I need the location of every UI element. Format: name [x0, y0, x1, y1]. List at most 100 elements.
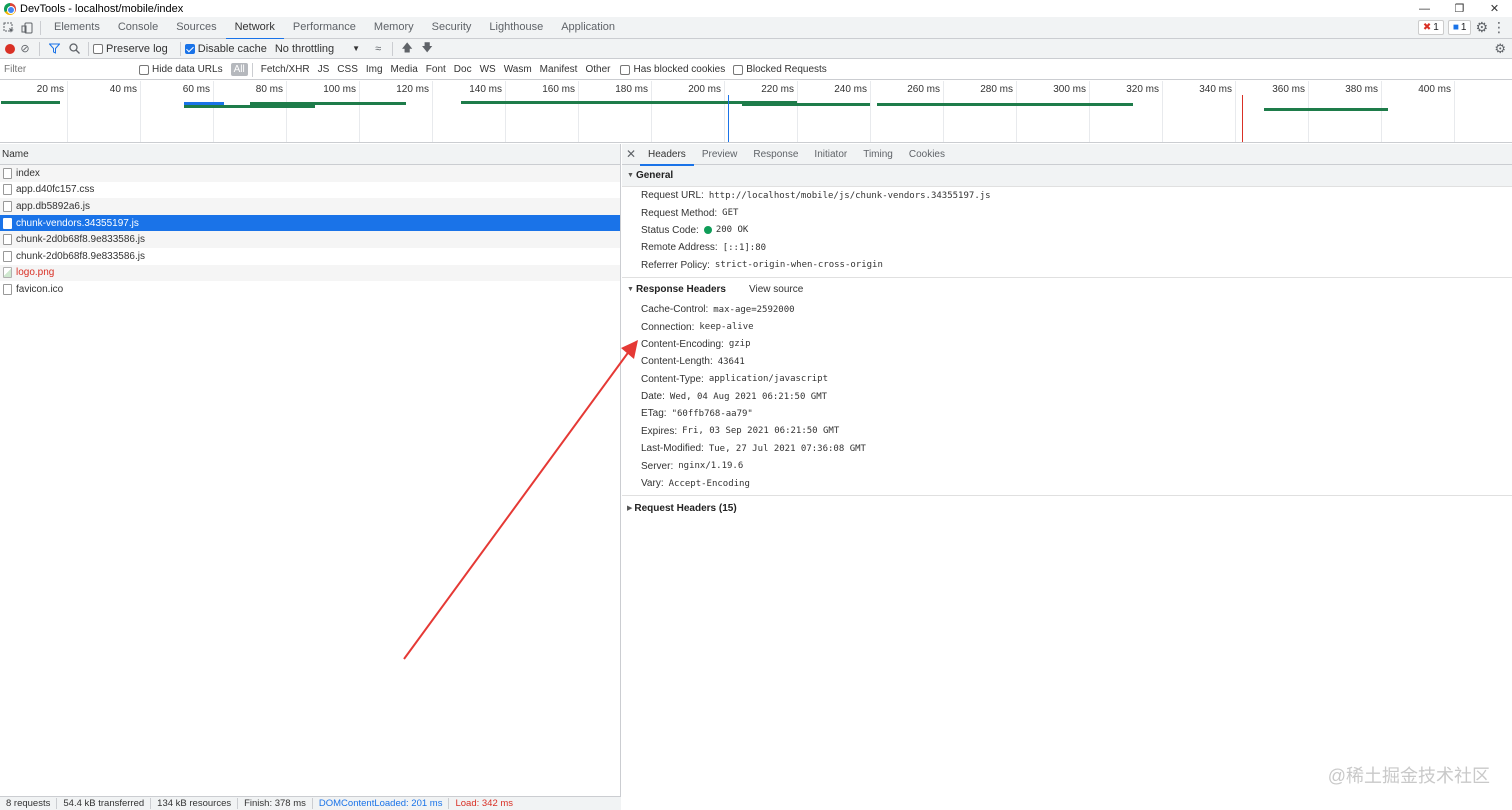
header-name: Server:	[641, 460, 674, 472]
message-count-badge[interactable]: ■ 1	[1447, 20, 1472, 35]
header-value: application/javascript	[708, 374, 829, 385]
message-count: 1	[1460, 22, 1467, 33]
tab-lighthouse[interactable]: Lighthouse	[480, 17, 552, 39]
devtools-tabbar: Elements Console Sources Network Perform…	[0, 17, 1512, 40]
tab-console[interactable]: Console	[109, 17, 167, 39]
filter-input[interactable]	[1, 61, 131, 78]
filter-type-media[interactable]: Media	[387, 64, 422, 75]
request-headers-section-header[interactable]: ▶ Request Headers (15)	[622, 497, 1512, 519]
filter-type-manifest[interactable]: Manifest	[536, 64, 582, 75]
search-icon[interactable]	[64, 40, 84, 58]
header-value: http://localhost/mobile/js/chunk-vendors…	[708, 190, 991, 201]
view-source-link[interactable]: View source	[749, 284, 803, 295]
request-row[interactable]: app.db5892a6.js	[0, 198, 620, 215]
throttling-select[interactable]: No throttling ▼	[275, 43, 360, 55]
header-value: max-age=2592000	[713, 304, 795, 315]
request-row[interactable]: chunk-2d0b68f8.9e833586.js	[0, 231, 620, 248]
preserve-log-checkbox[interactable]: Preserve log	[93, 43, 168, 55]
timeline-request-bar	[1264, 108, 1389, 111]
restore-icon[interactable]: ❐	[1442, 0, 1477, 17]
filter-icon[interactable]	[44, 40, 64, 58]
header-value: "60ffb768-aa79"	[671, 408, 753, 419]
summary-transferred: 54.4 kB transferred	[57, 798, 152, 809]
filter-type-font[interactable]: Font	[422, 64, 450, 75]
filter-type-wasm[interactable]: Wasm	[500, 64, 536, 75]
tab-headers[interactable]: Headers	[640, 144, 694, 166]
timeline-tick-label: 240 ms	[834, 84, 867, 95]
watermark: @稀土掘金技术社区	[1327, 766, 1490, 786]
hide-data-urls-checkbox[interactable]: Hide data URLs	[139, 64, 223, 75]
timeline-gridline	[797, 81, 798, 142]
checkbox-box[interactable]	[93, 43, 103, 54]
timeline-tick-label: 140 ms	[469, 84, 502, 95]
header-name: Content-Encoding:	[641, 338, 724, 350]
error-count-badge[interactable]: ✖ 1	[1417, 20, 1444, 35]
tab-timing[interactable]: Timing	[855, 144, 901, 165]
filter-type-js[interactable]: JS	[314, 64, 334, 75]
tab-response[interactable]: Response	[745, 144, 806, 165]
network-settings-gear-icon[interactable]: ⚙	[1494, 41, 1506, 57]
header-value: Tue, 27 Jul 2021 07:36:08 GMT	[708, 443, 866, 454]
tab-elements[interactable]: Elements	[45, 17, 109, 39]
tab-performance[interactable]: Performance	[284, 17, 365, 39]
header-row: Connection: keep-alive	[622, 318, 1512, 335]
has-blocked-cookies-checkbox[interactable]: Has blocked cookies	[620, 64, 725, 75]
timeline-gridline	[140, 81, 141, 142]
disable-cache-checkbox[interactable]: Disable cache	[184, 43, 267, 55]
checkbox-box[interactable]	[620, 64, 631, 75]
settings-gear-icon[interactable]: ⚙	[1475, 19, 1488, 36]
request-row[interactable]: app.d40fc157.css	[0, 182, 620, 199]
timeline-tick-label: 40 ms	[109, 84, 137, 95]
divider	[392, 41, 394, 56]
close-icon[interactable]: ✕	[1477, 0, 1512, 17]
general-section-header[interactable]: ▼ General	[622, 165, 1512, 187]
request-row[interactable]: chunk-vendors.34355197.js	[0, 214, 620, 232]
network-conditions-icon[interactable]: ≈	[368, 40, 388, 58]
filter-type-img[interactable]: Img	[362, 64, 387, 75]
header-value: nginx/1.19.6	[678, 461, 744, 472]
filter-type-doc[interactable]: Doc	[450, 64, 476, 75]
device-toolbar-icon[interactable]	[18, 19, 36, 37]
request-row[interactable]: chunk-2d0b68f8.9e833586.js	[0, 248, 620, 265]
filter-type-ws[interactable]: WS	[476, 64, 500, 75]
inspect-element-icon[interactable]	[0, 19, 18, 37]
record-icon[interactable]	[5, 43, 15, 54]
tab-network[interactable]: Network	[225, 17, 285, 40]
more-options-icon[interactable]: ⋮	[1492, 19, 1506, 36]
checkbox-box[interactable]	[139, 64, 149, 75]
clear-icon[interactable]: ⊘	[15, 40, 35, 58]
blocked-requests-checkbox[interactable]: Blocked Requests	[733, 64, 827, 75]
request-row[interactable]: index	[0, 165, 620, 182]
filter-type-other[interactable]: Other	[581, 64, 614, 75]
timeline-request-bar	[877, 103, 1133, 106]
minimize-icon[interactable]: —	[1407, 0, 1442, 17]
export-har-icon[interactable]: 🡇	[417, 40, 437, 58]
tab-initiator[interactable]: Initiator	[806, 144, 855, 165]
blocked-requests-label: Blocked Requests	[746, 64, 827, 75]
request-row[interactable]: favicon.ico	[0, 281, 620, 298]
response-headers-section-header[interactable]: ▼ Response Headers View source	[622, 279, 1512, 301]
header-row: Request Method: GET	[622, 204, 1512, 221]
import-har-icon[interactable]: 🡅	[397, 40, 417, 58]
filter-type-css[interactable]: CSS	[333, 64, 362, 75]
tab-application[interactable]: Application	[552, 17, 624, 39]
request-name: chunk-2d0b68f8.9e833586.js	[16, 250, 145, 262]
filter-type-all[interactable]: All	[230, 63, 248, 76]
request-name: chunk-vendors.34355197.js	[16, 217, 139, 229]
name-column-header[interactable]: Name	[0, 144, 620, 165]
header-value: GET	[722, 208, 739, 219]
tab-cookies[interactable]: Cookies	[901, 144, 953, 165]
tab-memory[interactable]: Memory	[365, 17, 423, 39]
timeline-overview[interactable]: 20 ms 40 ms 60 ms 80 ms 100 ms 120 ms 140 ms 16…	[0, 81, 1512, 143]
checkbox-box[interactable]	[184, 43, 195, 54]
tab-sources[interactable]: Sources	[167, 17, 225, 39]
tab-preview[interactable]: Preview	[694, 144, 746, 165]
close-detail-icon[interactable]: ✕	[622, 147, 640, 161]
filter-type-fetch-xhr[interactable]: Fetch/XHR	[257, 64, 314, 75]
request-row[interactable]: logo.png	[0, 264, 620, 282]
timeline-tick-label: 60 ms	[182, 84, 210, 95]
tab-security[interactable]: Security	[423, 17, 481, 39]
checkbox-box[interactable]	[733, 64, 744, 75]
domcontentloaded-marker	[727, 95, 729, 142]
timeline-tick-label: 280 ms	[980, 84, 1013, 95]
